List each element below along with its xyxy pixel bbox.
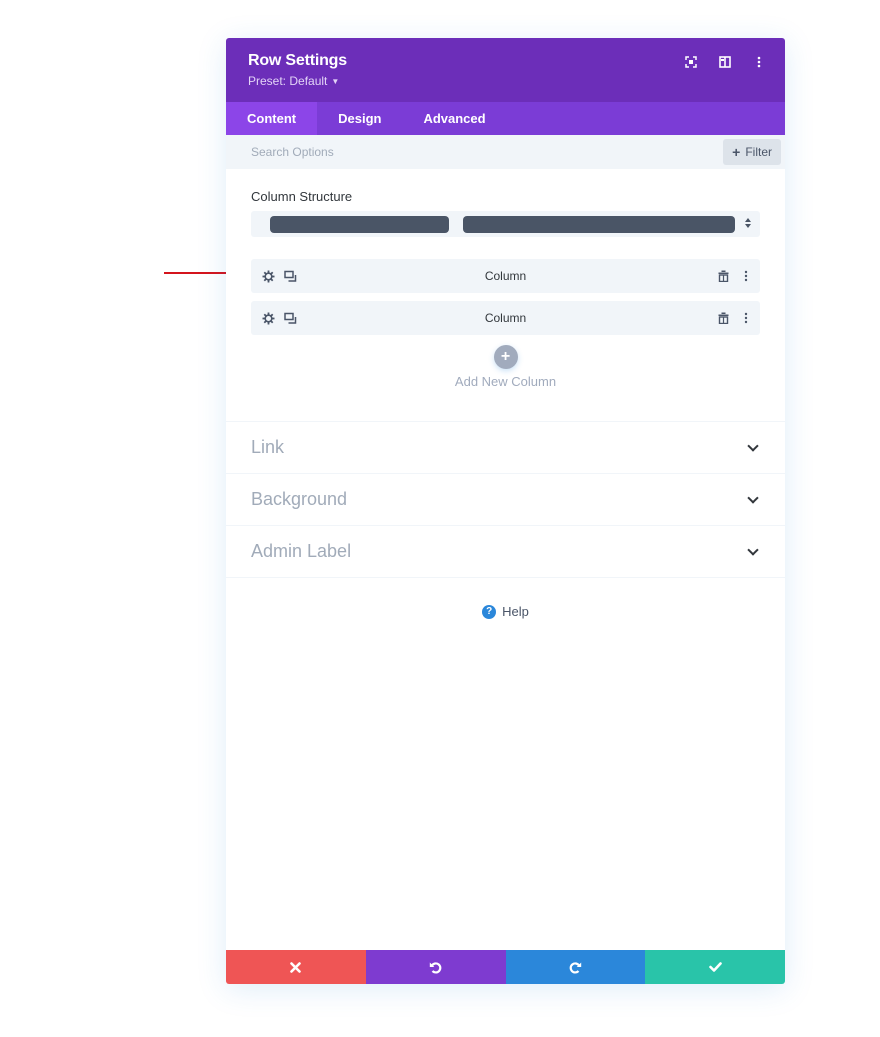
search-input[interactable] [251, 145, 551, 159]
tab-advanced[interactable]: Advanced [402, 102, 506, 135]
tab-design[interactable]: Design [317, 102, 402, 135]
help-label: Help [502, 604, 529, 619]
help-icon: ? [482, 604, 497, 619]
preset-dropdown[interactable]: Preset: Default ▼ [248, 74, 763, 88]
focus-mode-icon[interactable] [683, 54, 699, 70]
close-icon [290, 961, 302, 973]
add-new-column-label: Add New Column [454, 374, 557, 389]
chevron-down-icon [747, 439, 759, 452]
content-panel: Column Structure Column Column + Add New… [226, 169, 785, 389]
checkmark-icon [708, 962, 722, 972]
toggle-title: Background [251, 489, 348, 509]
toggle-title: Link [251, 437, 285, 457]
more-options-icon[interactable] [751, 54, 767, 70]
more-options-icon[interactable] [739, 270, 752, 283]
save-button[interactable] [645, 950, 785, 984]
redo-icon [569, 961, 582, 974]
tab-content[interactable]: Content [226, 102, 318, 135]
column-item[interactable]: Column [251, 259, 760, 293]
select-arrows-icon [745, 218, 751, 228]
row-settings-modal: Row Settings Preset: Default ▼ Content D… [226, 38, 785, 984]
structure-column-preview [270, 215, 449, 233]
trash-icon[interactable] [717, 312, 730, 325]
tab-bar: Content Design Advanced [226, 102, 785, 135]
gear-icon[interactable] [262, 270, 275, 283]
help-link[interactable]: ? Help [226, 604, 785, 619]
stage: Row Settings Preset: Default ▼ Content D… [0, 0, 880, 1037]
cancel-button[interactable] [226, 950, 366, 984]
toggle-link[interactable]: Link [226, 422, 785, 474]
settings-toggles: Link Background Admin Label [226, 421, 785, 578]
column-structure-label: Column Structure [251, 189, 353, 204]
plus-circle-icon: + [493, 345, 518, 369]
chevron-down-icon [747, 491, 759, 504]
structure-column-preview [463, 215, 735, 233]
more-options-icon[interactable] [739, 312, 752, 325]
duplicate-icon[interactable] [284, 312, 297, 325]
filter-label: Filter [745, 145, 772, 159]
search-bar: + Filter [226, 135, 785, 169]
toggle-title: Admin Label [251, 541, 352, 561]
add-new-column-button[interactable]: + Add New Column [251, 345, 760, 389]
column-title: Column [484, 269, 527, 283]
gear-icon[interactable] [262, 312, 275, 325]
chevron-down-icon [747, 543, 759, 556]
column-structure-select[interactable] [251, 211, 760, 237]
modal-footer [226, 950, 785, 984]
modal-header: Row Settings Preset: Default ▼ [226, 38, 785, 102]
trash-icon[interactable] [717, 270, 730, 283]
filter-button[interactable]: + Filter [723, 139, 781, 165]
split-view-icon[interactable] [717, 54, 733, 70]
undo-icon [429, 961, 442, 974]
preset-label: Preset: Default [248, 74, 328, 88]
plus-icon: + [732, 144, 741, 160]
toggle-admin-label[interactable]: Admin Label [226, 526, 785, 578]
column-list: Column Column [251, 259, 760, 335]
undo-button[interactable] [365, 950, 506, 984]
column-item[interactable]: Column [251, 301, 760, 335]
toggle-background[interactable]: Background [226, 474, 785, 526]
column-title: Column [484, 311, 527, 325]
redo-button[interactable] [505, 950, 646, 984]
duplicate-icon[interactable] [284, 270, 297, 283]
caret-down-icon: ▼ [331, 76, 340, 86]
